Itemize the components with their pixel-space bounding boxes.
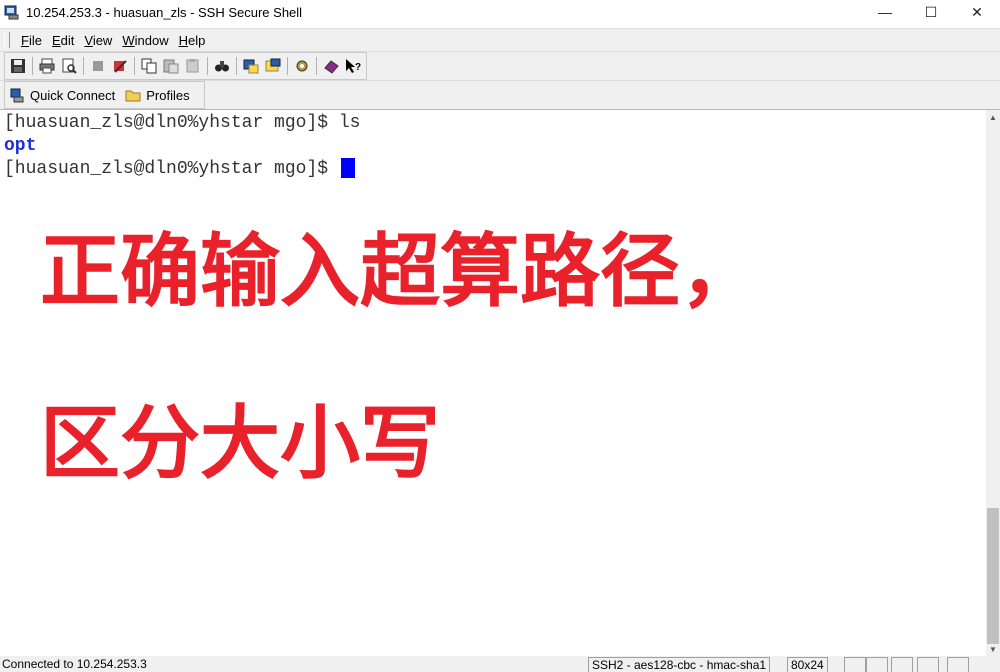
status-panel	[947, 657, 969, 672]
context-help-icon[interactable]: ?	[343, 56, 363, 76]
terminal-area[interactable]: [huasuan_zls@dln0%yhstar mgo]$ ls opt [h…	[0, 110, 986, 656]
menu-view[interactable]: View	[79, 33, 117, 48]
settings-icon[interactable]	[292, 56, 312, 76]
connect-icon[interactable]	[110, 56, 130, 76]
toolbar-group: ?	[4, 52, 367, 80]
menu-bar: File Edit View Window Help	[0, 28, 1000, 51]
toolbar: ?	[0, 51, 1000, 80]
folder-icon	[125, 87, 141, 103]
new-terminal-icon[interactable]	[263, 56, 283, 76]
toolbar-separator	[287, 57, 288, 75]
paste-disabled-icon[interactable]	[183, 56, 203, 76]
status-panel	[844, 657, 866, 672]
scroll-down-arrow-icon[interactable]: ▼	[986, 642, 1000, 656]
menu-edit[interactable]: Edit	[47, 33, 79, 48]
annotation-line-2: 区分大小写	[40, 397, 440, 490]
annotation-line-1: 正确输入超算路径，	[40, 225, 760, 318]
find-icon[interactable]	[212, 56, 232, 76]
close-button[interactable]: ✕	[954, 0, 1000, 24]
toolbar-separator	[236, 57, 237, 75]
status-panel	[866, 657, 888, 672]
terminal-size: 80x24	[787, 657, 828, 672]
title-bar: 10.254.253.3 - huasuan_zls - SSH Secure …	[0, 0, 1000, 24]
toolbar-separator	[207, 57, 208, 75]
terminal-cursor	[340, 158, 355, 179]
window-title: 10.254.253.3 - huasuan_zls - SSH Secure …	[26, 4, 303, 20]
file-transfer-icon[interactable]	[241, 56, 261, 76]
toolbar-separator	[83, 57, 84, 75]
print-preview-icon[interactable]	[59, 56, 79, 76]
menu-window[interactable]: Window	[117, 33, 173, 48]
quick-connect-button[interactable]: Quick Connect	[9, 87, 115, 103]
terminal-prompt-line: [huasuan_zls@dln0%yhstar mgo]$	[4, 158, 355, 180]
ssh-app-icon	[4, 4, 20, 20]
print-icon[interactable]	[37, 56, 57, 76]
terminal-line: [huasuan_zls@dln0%yhstar mgo]$ ls	[4, 113, 361, 133]
quick-connect-icon	[9, 87, 25, 103]
scroll-up-arrow-icon[interactable]: ▲	[986, 110, 1000, 124]
menu-help[interactable]: Help	[174, 33, 211, 48]
terminal-prompt: [huasuan_zls@dln0%yhstar mgo]$	[4, 159, 339, 179]
window-controls: — ☐ ✕	[862, 0, 1000, 24]
vertical-scrollbar[interactable]: ▲ ▼	[986, 110, 1000, 656]
save-icon[interactable]	[8, 56, 28, 76]
scrollbar-thumb[interactable]	[987, 508, 999, 644]
menu-file[interactable]: File	[16, 33, 47, 48]
maximize-button[interactable]: ☐	[908, 0, 954, 24]
menu-grip	[4, 32, 10, 48]
toolbar-separator	[316, 57, 317, 75]
cipher-status: SSH2 - aes128-cbc - hmac-sha1	[588, 657, 771, 672]
profiles-button[interactable]: Profiles	[125, 87, 190, 103]
copy-icon[interactable]	[139, 56, 159, 76]
toolbar-separator	[32, 57, 33, 75]
connection-status: Connected to 10.254.253.3	[2, 657, 147, 671]
quick-connect-group: Quick Connect Profiles	[4, 81, 205, 109]
paste-icon[interactable]	[161, 56, 181, 76]
status-bar: Connected to 10.254.253.3 SSH2 - aes128-…	[0, 656, 1000, 672]
status-panel	[891, 657, 913, 672]
quick-connect-bar: Quick Connect Profiles	[0, 80, 1000, 110]
minimize-button[interactable]: —	[862, 0, 908, 24]
about-icon[interactable]	[321, 56, 341, 76]
svg-text:?: ?	[355, 62, 361, 73]
disconnect-icon[interactable]	[88, 56, 108, 76]
toolbar-separator	[134, 57, 135, 75]
terminal-line: opt	[4, 136, 37, 156]
status-panel	[917, 657, 939, 672]
